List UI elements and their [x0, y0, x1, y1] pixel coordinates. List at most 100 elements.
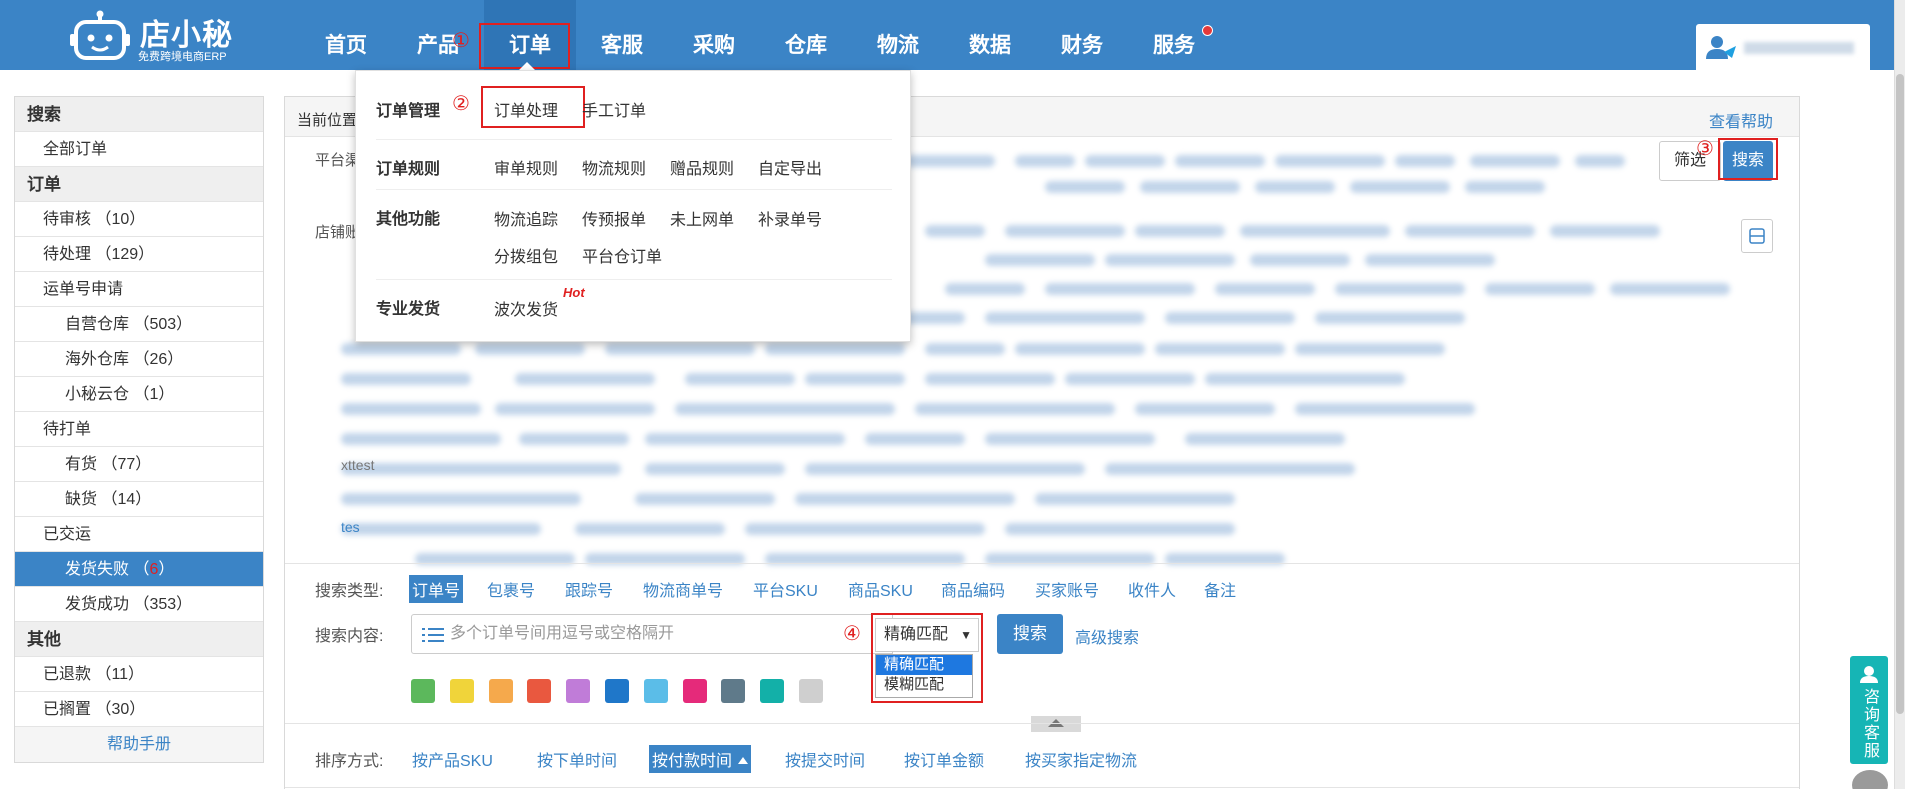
dd-item-split-pack[interactable]: 分拨组包: [494, 243, 558, 267]
search-type-product-sku[interactable]: 商品SKU: [845, 575, 916, 603]
sort-by-product-sku[interactable]: 按产品SKU: [409, 745, 496, 773]
marker-1: ①: [452, 30, 470, 52]
dd-group-order-rules: 订单规则: [376, 161, 441, 178]
search-button[interactable]: 搜索: [997, 614, 1063, 654]
sidebar-item-waybill-apply[interactable]: 运单号申请: [15, 272, 263, 307]
dd-item-pre-report[interactable]: 传预报单: [582, 206, 646, 230]
user-name-blurred: [1744, 42, 1854, 54]
left-sidebar: 搜索 全部订单 订单 待审核 （10） 待处理 （129） 运单号申请 自营仓库…: [14, 96, 264, 763]
sort-by-pay-time[interactable]: 按付款时间: [649, 745, 752, 773]
sidebar-item-to-print[interactable]: 待打单: [15, 412, 263, 447]
search-type-remark[interactable]: 备注: [1201, 575, 1239, 603]
sidebar-item-in-stock[interactable]: 有货 （77）: [15, 447, 263, 482]
dd-item-review-rules[interactable]: 审单规则: [494, 155, 558, 179]
sidebar-item-pending-review[interactable]: 待审核 （10）: [15, 202, 263, 237]
sort-by-buyer-logistics[interactable]: 按买家指定物流: [1022, 745, 1140, 773]
search-type-carrier-no[interactable]: 物流商单号: [640, 575, 726, 603]
color-tag-swatch[interactable]: [643, 679, 668, 703]
match-option-fuzzy[interactable]: 模糊匹配: [876, 675, 972, 695]
dd-group-order-management: 订单管理: [376, 103, 441, 120]
sidebar-item-ship-success[interactable]: 发货成功 （353）: [15, 587, 263, 622]
sidebar-item-refunded[interactable]: 已退款 （11）: [15, 657, 263, 692]
search-content-box[interactable]: [411, 614, 893, 654]
marker-2: ②: [452, 93, 470, 115]
search-type-platform-sku[interactable]: 平台SKU: [750, 575, 821, 603]
search-type-product-code[interactable]: 商品编码: [938, 575, 1008, 603]
sidebar-item-out-of-stock[interactable]: 缺货 （14）: [15, 482, 263, 517]
search-type-buyer-account[interactable]: 买家账号: [1032, 575, 1102, 603]
logo-subtitle: 免费跨境电商ERP: [138, 51, 227, 63]
top-nav-bar: 店小秘 免费跨境电商ERP 首页 产品 订单 客服 采购 仓库 物流 数据 财务…: [0, 0, 1905, 70]
platform-label: 平台渠: [315, 152, 361, 169]
dd-item-platform-wh-order[interactable]: 平台仓订单: [582, 243, 662, 267]
nav-customer-service[interactable]: 客服: [576, 0, 668, 70]
sidebar-head-other: 其他: [15, 622, 263, 657]
sidebar-item-xm-cloud[interactable]: 小秘云仓 （1）: [15, 377, 263, 412]
robot-logo-icon: [70, 10, 130, 60]
dd-item-add-number[interactable]: 补录单号: [758, 206, 822, 230]
headset-icon: [1860, 666, 1878, 683]
sort-by-order-amount[interactable]: 按订单金额: [901, 745, 987, 773]
sidebar-item-own-warehouse[interactable]: 自营仓库 （503）: [15, 307, 263, 342]
sidebar-item-shipped[interactable]: 已交运: [15, 517, 263, 552]
more-icon[interactable]: [1852, 770, 1888, 789]
nav-finance[interactable]: 财务: [1036, 0, 1128, 70]
sidebar-item-shelved[interactable]: 已搁置 （30）: [15, 692, 263, 727]
dd-item-manual-order[interactable]: 手工订单: [582, 97, 646, 121]
dd-item-not-online[interactable]: 未上网单: [670, 206, 734, 230]
marker-box-search: [1718, 138, 1778, 180]
consult-service-button[interactable]: 咨询客服: [1850, 656, 1888, 764]
sidebar-item-overseas-warehouse[interactable]: 海外仓库 （26）: [15, 342, 263, 377]
save-filter-button[interactable]: [1741, 219, 1773, 253]
logo[interactable]: 店小秘 免费跨境电商ERP: [70, 6, 240, 64]
nav-data[interactable]: 数据: [944, 0, 1036, 70]
color-tag-swatch[interactable]: [488, 679, 513, 703]
color-tag-swatch[interactable]: [605, 679, 629, 703]
consult-label: 咨询客服: [1861, 688, 1878, 760]
divider: [376, 139, 892, 140]
sort-by-order-time[interactable]: 按下单时间: [534, 745, 620, 773]
search-type-package-no[interactable]: 包裹号: [484, 575, 538, 603]
help-manual-link[interactable]: 帮助手册: [15, 727, 263, 762]
search-content-label: 搜索内容:: [315, 628, 384, 645]
sidebar-item-pending-process[interactable]: 待处理 （129）: [15, 237, 263, 272]
dd-item-custom-export[interactable]: 自定导出: [758, 155, 822, 179]
color-tag-swatch[interactable]: [721, 679, 746, 703]
color-tag-swatch[interactable]: [411, 679, 435, 703]
match-option-exact[interactable]: 精确匹配: [876, 655, 972, 675]
color-tag-swatch[interactable]: [799, 679, 823, 703]
view-help-link[interactable]: 查看帮助: [1709, 108, 1773, 132]
color-tag-swatch[interactable]: [527, 679, 552, 703]
dd-item-batch-ship[interactable]: 波次发货: [494, 296, 558, 320]
color-tag-swatch[interactable]: [682, 679, 707, 703]
breadcrumb: 当前位置: [297, 112, 358, 129]
advanced-search-link[interactable]: 高级搜索: [1075, 624, 1139, 648]
shop-label: 店铺账: [315, 224, 361, 241]
nav-home[interactable]: 首页: [300, 0, 392, 70]
sort-by-submit-time[interactable]: 按提交时间: [782, 745, 868, 773]
scrollbar-thumb[interactable]: [1896, 74, 1904, 714]
dd-item-tracking[interactable]: 物流追踪: [494, 206, 558, 230]
nav-purchase[interactable]: 采购: [668, 0, 760, 70]
sort-label: 排序方式:: [315, 753, 384, 770]
collapse-toggle[interactable]: [1031, 716, 1081, 732]
hot-badge: Hot: [563, 285, 585, 300]
search-input[interactable]: [450, 619, 830, 649]
dropdown-caret: [519, 62, 535, 70]
color-tag-swatch[interactable]: [449, 679, 474, 703]
notification-dot: [1202, 25, 1213, 36]
nav-warehouse[interactable]: 仓库: [760, 0, 852, 70]
color-tag-swatch[interactable]: [760, 679, 785, 703]
search-type-tracking-no[interactable]: 跟踪号: [562, 575, 616, 603]
nav-logistics[interactable]: 物流: [852, 0, 944, 70]
sidebar-item-all-orders[interactable]: 全部订单: [15, 132, 263, 167]
dd-item-gift-rules[interactable]: 赠品规则: [670, 155, 734, 179]
color-tag-swatch[interactable]: [566, 679, 591, 703]
nav-products[interactable]: 产品: [392, 0, 484, 70]
dd-item-logistics-rules[interactable]: 物流规则: [582, 155, 646, 179]
search-type-recipient[interactable]: 收件人: [1125, 575, 1179, 603]
user-menu[interactable]: [1696, 24, 1870, 70]
sidebar-item-ship-failed[interactable]: 发货失败 （6）: [15, 552, 263, 587]
divider: [376, 279, 892, 280]
search-type-order-no[interactable]: 订单号: [409, 575, 464, 603]
